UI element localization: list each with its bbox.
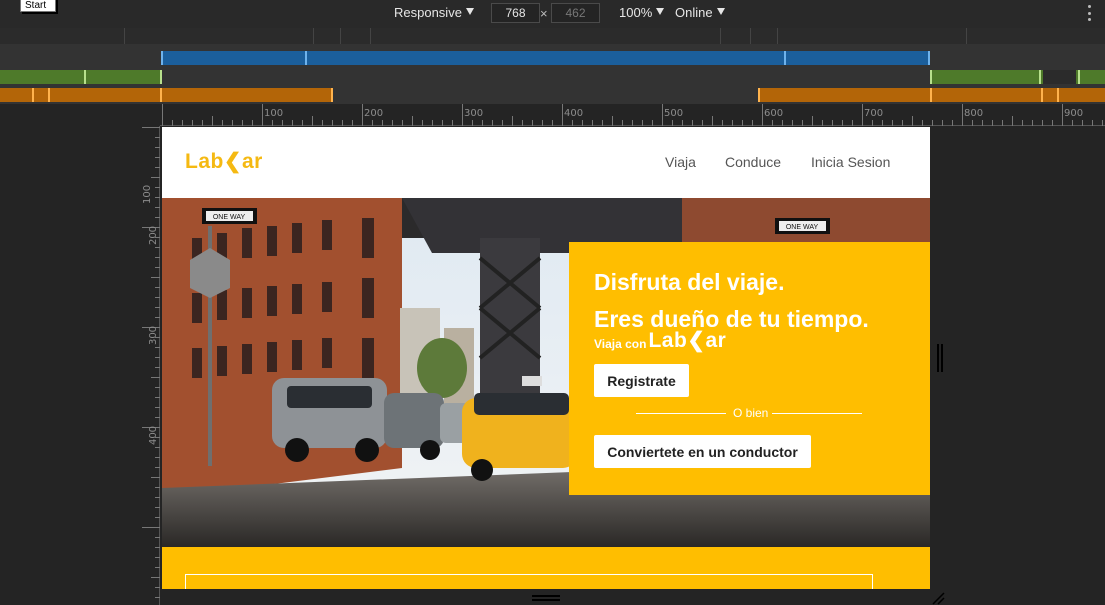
ruler-label: 200 bbox=[148, 225, 160, 246]
device-viewport: Lab❮ar Viaja Conduce Inicia Sesion ONE W… bbox=[162, 127, 930, 589]
ruler-label: 800 bbox=[964, 108, 984, 119]
ruler-top: 100 200 300 400 500 600 700 800 900 bbox=[160, 104, 1105, 126]
device-dropdown[interactable]: Responsive bbox=[394, 5, 474, 20]
ruler-label: 500 bbox=[664, 108, 684, 119]
mq-bar-blue[interactable] bbox=[162, 51, 930, 65]
chevron-down-icon bbox=[716, 8, 725, 15]
o-bien-text: O bien bbox=[733, 406, 769, 420]
ruler-label: 200 bbox=[364, 108, 384, 119]
one-way-sign-left: ONE WAY bbox=[213, 214, 246, 221]
ruler-label: 900 bbox=[1064, 108, 1084, 119]
zoom-dropdown[interactable]: 100% bbox=[619, 5, 665, 20]
conductor-button[interactable]: Conviertete en un conductor bbox=[594, 435, 811, 468]
viaja-con-row: Viaja con Lab❮ar bbox=[594, 329, 727, 352]
hero-section: ONE WAY ONE WAY Disfruta del viaje. Eres… bbox=[162, 198, 930, 547]
media-query-bars bbox=[0, 28, 1105, 104]
preset-sizes-row[interactable] bbox=[0, 28, 1105, 44]
ruler-label: 400 bbox=[564, 108, 584, 119]
nav-conduce[interactable]: Conduce bbox=[725, 154, 781, 170]
more-options-icon[interactable] bbox=[1086, 5, 1092, 21]
yellow-band bbox=[162, 547, 930, 589]
chevron-down-icon bbox=[656, 8, 665, 15]
ruler-label: 100 bbox=[142, 184, 153, 204]
viaja-con-text: Viaja con bbox=[594, 337, 647, 351]
band-outline-box bbox=[185, 574, 873, 589]
dimension-times: × bbox=[540, 6, 548, 21]
chevron-left-icon: ❮ bbox=[687, 329, 706, 352]
chevron-down-icon bbox=[465, 8, 474, 15]
zoom-label: 100% bbox=[619, 5, 653, 20]
labcar-logo-card: Lab❮ar bbox=[648, 329, 727, 352]
height-input[interactable]: 462 bbox=[551, 3, 600, 23]
start-tooltip: Start bbox=[20, 0, 56, 12]
resize-handle-right[interactable] bbox=[937, 344, 945, 374]
site-header: Lab❮ar Viaja Conduce Inicia Sesion bbox=[162, 127, 930, 198]
registrate-button[interactable]: Registrate bbox=[594, 364, 689, 397]
network-label: Online bbox=[675, 5, 713, 20]
width-input[interactable]: 768 bbox=[491, 3, 540, 23]
nav-inicia-sesion[interactable]: Inicia Sesion bbox=[811, 154, 890, 170]
resize-handle-bottom[interactable] bbox=[532, 595, 560, 603]
network-dropdown[interactable]: Online bbox=[675, 5, 725, 20]
hero-heading-2: Eres dueño de tu tiempo. bbox=[594, 306, 869, 332]
device-label: Responsive bbox=[394, 5, 462, 20]
ruler-label: 400 bbox=[148, 425, 160, 446]
ruler-left: 100 bbox=[142, 126, 160, 605]
ruler-label: 700 bbox=[864, 108, 884, 119]
chevron-left-icon: ❮ bbox=[223, 150, 242, 173]
hero-card: Disfruta del viaje. Eres dueño de tu tie… bbox=[569, 242, 930, 495]
device-toolbar: Start Responsive 768 × 462 100% Online bbox=[0, 0, 1105, 28]
nav-viaja[interactable]: Viaja bbox=[665, 154, 696, 170]
ruler-label: 100 bbox=[264, 108, 284, 119]
hero-heading-1: Disfruta del viaje. bbox=[594, 269, 785, 295]
ruler-label: 600 bbox=[764, 108, 784, 119]
o-bien-divider: O bien bbox=[636, 406, 862, 420]
ruler-label: 300 bbox=[148, 325, 160, 346]
resize-handle-corner[interactable] bbox=[930, 590, 945, 605]
labcar-logo[interactable]: Lab❮ar bbox=[185, 149, 263, 174]
one-way-sign-right: ONE WAY bbox=[786, 224, 819, 231]
mq-bar-green-left[interactable] bbox=[0, 70, 162, 84]
ruler-label: 300 bbox=[464, 108, 484, 119]
